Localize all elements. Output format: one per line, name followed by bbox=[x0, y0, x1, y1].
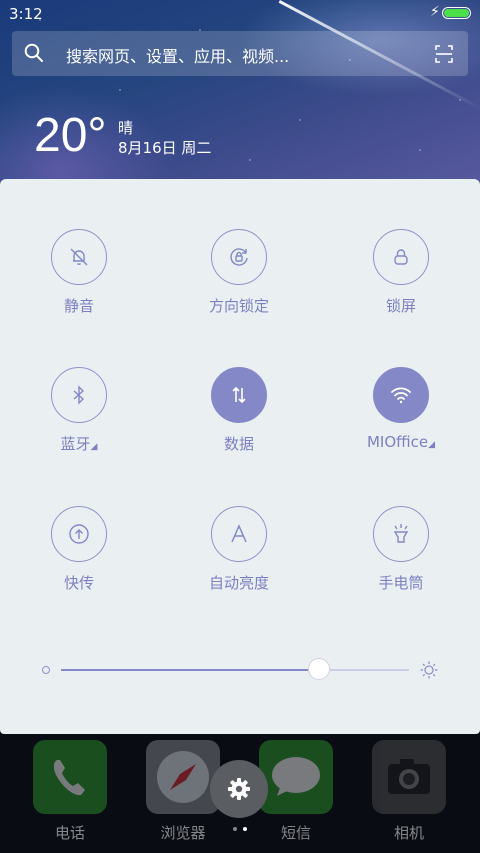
tile-transfer-label: 快传 bbox=[63, 574, 94, 592]
weather-condition: 晴 bbox=[118, 119, 134, 137]
tile-wifi[interactable]: MIOffice◢ bbox=[341, 367, 461, 451]
tile-data[interactable]: 数据 bbox=[179, 367, 299, 454]
data-arrows-icon bbox=[232, 386, 246, 404]
wallpaper-stars bbox=[0, 0, 480, 200]
tile-transfer-button[interactable] bbox=[51, 506, 107, 562]
tile-wifi-label: MIOffice◢ bbox=[341, 433, 461, 451]
tile-rotation-lock[interactable]: 方向锁定 bbox=[179, 229, 299, 316]
bell-off-icon bbox=[70, 248, 88, 266]
tile-data-label: 数据 bbox=[223, 435, 254, 453]
dock-label-phone: 电话 bbox=[54, 824, 85, 842]
weather-date: 8月16日 周二 bbox=[118, 139, 212, 157]
status-time: 3:12 bbox=[9, 5, 43, 23]
wifi-icon bbox=[391, 387, 411, 404]
tile-lock-screen-button[interactable] bbox=[373, 229, 429, 285]
expand-triangle-icon: ◢ bbox=[90, 442, 98, 452]
tile-flashlight-label: 手电筒 bbox=[378, 574, 424, 592]
page-indicator-dot bbox=[233, 827, 237, 831]
camera-icon bbox=[388, 759, 430, 794]
brightness-slider[interactable] bbox=[61, 669, 409, 671]
auto-brightness-icon bbox=[231, 524, 247, 543]
dock-app-phone[interactable] bbox=[33, 740, 107, 814]
scan-icon[interactable] bbox=[434, 44, 454, 64]
tile-rotation-lock-button[interactable] bbox=[211, 229, 267, 285]
dock-app-camera[interactable] bbox=[372, 740, 446, 814]
expand-triangle-icon: ◢ bbox=[428, 440, 436, 450]
search-bar[interactable]: 搜索网页、设置、应用、视频... bbox=[12, 31, 468, 76]
dock-label-camera: 相机 bbox=[393, 824, 424, 842]
brightness-slider-thumb[interactable] bbox=[307, 658, 330, 680]
tile-lock-screen[interactable]: 锁屏 bbox=[341, 229, 461, 316]
tile-auto-brightness-button[interactable] bbox=[211, 506, 267, 562]
tile-auto-brightness[interactable]: 自动亮度 bbox=[179, 506, 299, 593]
battery-fill bbox=[444, 9, 469, 17]
rotation-lock-icon bbox=[230, 248, 248, 266]
tile-transfer[interactable]: 快传 bbox=[19, 506, 139, 593]
tile-wifi-text: MIOffice bbox=[366, 433, 429, 451]
tile-bluetooth-button[interactable] bbox=[51, 367, 107, 423]
search-input[interactable]: 搜索网页、设置、应用、视频... bbox=[66, 43, 289, 67]
upload-icon bbox=[69, 524, 89, 544]
gear-icon bbox=[228, 778, 250, 800]
message-icon bbox=[272, 757, 320, 796]
tile-mute-label: 静音 bbox=[63, 297, 94, 315]
charging-icon: ⚡ bbox=[430, 4, 440, 20]
tile-data-button[interactable] bbox=[211, 367, 267, 423]
tile-wifi-button[interactable] bbox=[373, 367, 429, 423]
tile-mute[interactable]: 静音 bbox=[19, 229, 139, 316]
search-icon bbox=[24, 43, 43, 62]
tile-rotation-lock-label: 方向锁定 bbox=[208, 297, 269, 315]
page-indicator-dot-active bbox=[243, 827, 247, 831]
dock-app-messages[interactable] bbox=[259, 740, 333, 814]
brightness-high-icon bbox=[420, 661, 438, 679]
bluetooth-icon bbox=[73, 385, 85, 405]
settings-button[interactable] bbox=[210, 760, 268, 818]
brightness-low-icon bbox=[42, 666, 50, 674]
tile-bluetooth[interactable]: 蓝牙◢ bbox=[19, 367, 139, 454]
dock-label-messages: 短信 bbox=[280, 824, 311, 842]
battery-icon bbox=[442, 7, 471, 19]
compass-icon bbox=[157, 751, 209, 803]
tile-mute-button[interactable] bbox=[51, 229, 107, 285]
status-bar: 3:12 ⚡ bbox=[0, 0, 480, 26]
phone-icon bbox=[53, 760, 85, 796]
dock-app-browser[interactable] bbox=[146, 740, 220, 814]
brightness-slider-fill bbox=[61, 669, 319, 671]
tile-lock-screen-label: 锁屏 bbox=[385, 297, 416, 315]
lock-icon bbox=[394, 249, 408, 265]
tile-flashlight[interactable]: 手电筒 bbox=[341, 506, 461, 593]
tile-flashlight-button[interactable] bbox=[373, 506, 429, 562]
dock-label-browser: 浏览器 bbox=[160, 824, 206, 842]
weather-temperature[interactable]: 20° bbox=[34, 108, 107, 163]
flashlight-icon bbox=[393, 524, 409, 543]
tile-bluetooth-text: 蓝牙 bbox=[60, 435, 91, 453]
tile-auto-brightness-label: 自动亮度 bbox=[208, 574, 269, 592]
tile-bluetooth-label: 蓝牙◢ bbox=[19, 433, 139, 454]
